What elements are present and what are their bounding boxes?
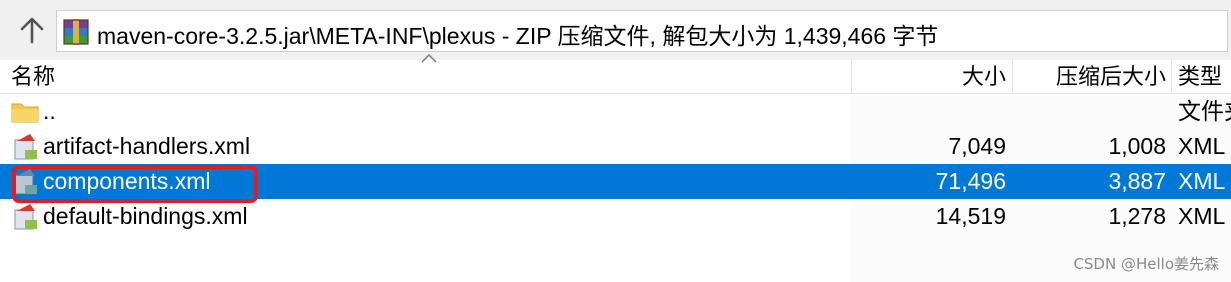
- archive-path: maven-core-3.2.5.jar\META-INF\plexus - Z…: [97, 23, 939, 49]
- list-item[interactable]: default-bindings.xml 14,519 1,278 XML: [0, 199, 1231, 234]
- address-bar: maven-core-3.2.5.jar\META-INF\plexus - Z…: [0, 0, 1231, 61]
- sort-ascending-icon: [421, 54, 437, 63]
- up-arrow-icon[interactable]: [14, 12, 50, 48]
- file-type: XML: [1178, 133, 1226, 159]
- column-divider[interactable]: [1012, 60, 1013, 93]
- xml-file-icon: [11, 132, 39, 161]
- file-name: ..: [43, 98, 56, 124]
- file-packed-size: 1,008: [1108, 133, 1166, 159]
- list-item[interactable]: .. 文件夹: [0, 94, 1231, 129]
- folder-icon: [11, 97, 39, 126]
- watermark: CSDN @Hello姜先森: [1073, 255, 1219, 273]
- column-header: 名称 大小 压缩后大小 类型: [0, 60, 1231, 94]
- file-type: 文件夹: [1178, 98, 1231, 124]
- file-size: 7,049: [948, 133, 1006, 159]
- file-type: XML: [1178, 168, 1226, 194]
- column-name[interactable]: 名称: [11, 60, 55, 93]
- column-divider[interactable]: [1171, 60, 1172, 93]
- column-packed-size[interactable]: 压缩后大小: [1020, 60, 1166, 93]
- path-field[interactable]: maven-core-3.2.5.jar\META-INF\plexus - Z…: [56, 10, 1228, 52]
- file-name: default-bindings.xml: [43, 203, 248, 229]
- file-packed-size: 3,887: [1108, 168, 1166, 194]
- file-name: artifact-handlers.xml: [43, 133, 251, 159]
- column-size[interactable]: 大小: [860, 60, 1006, 93]
- list-item[interactable]: artifact-handlers.xml 7,049 1,008 XML: [0, 129, 1231, 164]
- annotation-highlight-box: [12, 165, 258, 203]
- xml-file-icon: [11, 202, 39, 231]
- file-size: 71,496: [935, 168, 1006, 194]
- winrar-archive-icon: [61, 17, 91, 52]
- file-size: 14,519: [935, 203, 1006, 229]
- file-packed-size: 1,278: [1108, 203, 1166, 229]
- file-type: XML: [1178, 203, 1226, 229]
- column-divider[interactable]: [851, 60, 852, 93]
- column-type[interactable]: 类型: [1178, 60, 1222, 93]
